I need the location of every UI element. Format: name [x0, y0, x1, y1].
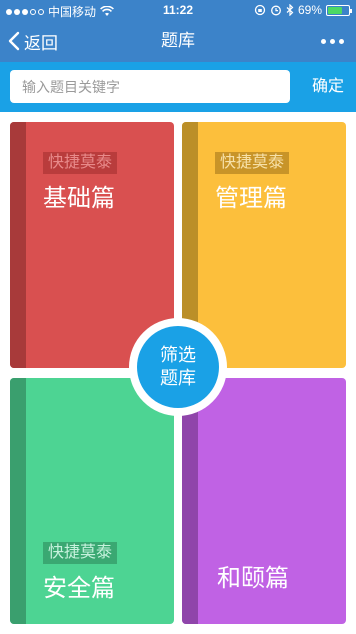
more-dots-icon — [321, 38, 326, 44]
rotation-lock-icon — [254, 4, 266, 16]
navigation-bar: 返回 题库 — [0, 20, 356, 62]
more-options-button[interactable] — [321, 20, 344, 62]
card-title: 和颐篇 — [217, 565, 289, 592]
filter-question-bank-button[interactable]: 筛选 题库 — [129, 318, 227, 416]
filter-label-line2: 题库 — [160, 368, 196, 388]
filter-button-circle: 筛选 题库 — [137, 326, 219, 408]
card-tag: 快捷莫泰 — [43, 542, 118, 564]
page-title: 题库 — [161, 31, 195, 50]
battery-level-fill — [328, 6, 342, 14]
card-tag: 快捷莫泰 — [43, 152, 118, 174]
card-title: 安全篇 — [43, 575, 115, 602]
card-tag: 快捷莫泰 — [215, 152, 290, 174]
card-title: 基础篇 — [43, 185, 115, 212]
bluetooth-icon — [286, 4, 294, 16]
status-bar: 中国移动 11:22 69% — [0, 0, 356, 20]
battery-percent: 69% — [297, 3, 322, 17]
search-bar: 确定 — [0, 62, 356, 112]
category-card-safety[interactable]: 快捷莫泰 安全篇 — [10, 378, 174, 624]
filter-label-line1: 筛选 — [160, 345, 196, 365]
status-right: 69% — [254, 3, 352, 17]
search-input[interactable] — [10, 70, 290, 103]
card-spine — [10, 378, 26, 624]
card-title: 管理篇 — [215, 185, 287, 212]
confirm-button[interactable]: 确定 — [312, 62, 344, 112]
category-card-heyi[interactable]: 和颐篇 — [182, 378, 346, 624]
alarm-icon — [271, 5, 281, 16]
card-spine — [10, 122, 26, 368]
battery-icon — [326, 4, 352, 16]
